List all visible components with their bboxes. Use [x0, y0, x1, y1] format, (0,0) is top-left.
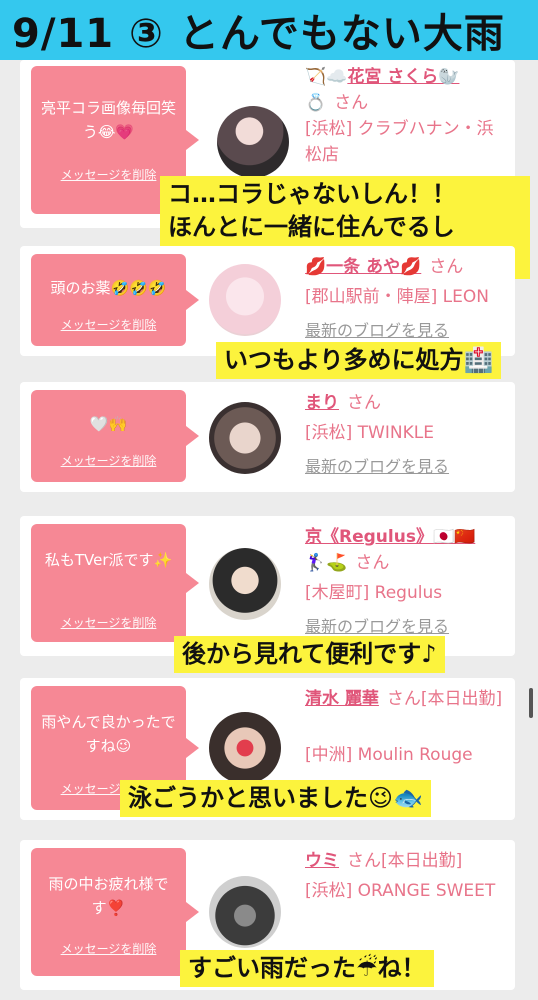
shop-name: [浜松] クラブハナン・浜松店 — [305, 119, 494, 165]
message-card: 頭のお薬🤣🤣🤣 メッセージを削除 💋一条 あや💋 さん [郡山駅前・陣屋] LEO… — [20, 246, 515, 356]
message-text: 雨の中お疲れ様です❣️ — [48, 875, 169, 917]
page-title-bar: 9/11 ③ とんでもない大雨 — [0, 0, 538, 60]
shop-name: [郡山駅前・陣屋] LEON — [305, 287, 489, 307]
delete-message-link[interactable]: メッセージを削除 — [31, 316, 186, 333]
message-card: 🤍🙌 メッセージを削除 まり さん [浜松] TWINKLE 最新のブログを見る — [20, 382, 515, 492]
message-text: 🤍🙌 — [89, 415, 128, 433]
delete-message-link[interactable]: メッセージを削除 — [31, 452, 186, 469]
name-prefix-emoji: 🏹☁️ — [305, 67, 348, 87]
caption-overlay: 泳ごうかと思いました😉🐟 — [120, 780, 431, 817]
honorific: さん — [334, 93, 369, 113]
avatar[interactable] — [209, 712, 281, 784]
avatar[interactable] — [209, 402, 281, 474]
delete-message-link[interactable]: メッセージを削除 — [31, 614, 186, 631]
name-emoji: 🏌️‍♀️⛳️ — [305, 553, 348, 573]
name-suffix-emoji: 💍 — [305, 93, 327, 113]
page-title: 9/11 ③ とんでもない大雨 — [12, 11, 505, 57]
avatar[interactable] — [209, 876, 281, 948]
shop-name: [木屋町] Regulus — [305, 583, 443, 603]
user-name-link[interactable]: 京《Regulus》🇯🇵🇨🇳 — [305, 527, 475, 547]
message-text: 頭のお薬🤣🤣🤣 — [50, 279, 167, 297]
message-text: 私もTVer派です✨ — [44, 551, 173, 569]
delete-message-link[interactable]: メッセージを削除 — [31, 940, 186, 957]
user-name-link[interactable]: 花宮 さくら🦭 — [347, 67, 459, 87]
honorific: さん — [429, 257, 464, 277]
latest-blog-link[interactable]: 最新のブログを見る — [305, 454, 507, 480]
honorific: さん — [347, 393, 381, 413]
avatar[interactable] — [217, 106, 289, 178]
user-name-link[interactable]: 💋一条 あや💋 — [305, 257, 421, 277]
message-bubble: 頭のお薬🤣🤣🤣 メッセージを削除 — [31, 254, 199, 346]
caption-overlay: すごい雨だった☔ね！ — [180, 950, 434, 987]
latest-blog-link[interactable]: 最新のブログを見る — [305, 318, 507, 344]
user-name-link[interactable]: ウミ — [305, 851, 339, 871]
message-text: 亮平コラ画像毎回笑う😂💗 — [40, 99, 176, 141]
message-text: 雨やんで良かったですね😉 — [41, 713, 176, 755]
avatar[interactable] — [209, 264, 281, 336]
caption-overlay: いつもより多めに処方🏥 — [216, 342, 502, 379]
shop-name: [浜松] ORANGE SWEET — [305, 881, 496, 901]
avatar[interactable] — [209, 548, 281, 620]
work-status: さん[本日出勤] — [347, 851, 463, 871]
scrollbar-thumb[interactable] — [529, 688, 533, 718]
user-name-link[interactable]: まり — [305, 393, 339, 413]
message-bubble: 雨の中お疲れ様です❣️ メッセージを削除 — [31, 848, 199, 976]
message-card: 私もTVer派です✨ メッセージを削除 京《Regulus》🇯🇵🇨🇳 🏌️‍♀️… — [20, 516, 515, 656]
shop-name: [浜松] TWINKLE — [305, 423, 434, 443]
user-name-link[interactable]: 清水 麗華 — [305, 689, 379, 709]
work-status: さん[本日出勤] — [386, 689, 503, 709]
caption-overlay: 後から見れて便利です♪ — [174, 636, 445, 673]
message-bubble: 🤍🙌 メッセージを削除 — [31, 390, 199, 482]
honorific: さん — [355, 553, 390, 573]
message-bubble: 私もTVer派です✨ メッセージを削除 — [31, 524, 199, 642]
shop-name: [中洲] Moulin Rouge — [305, 745, 473, 765]
